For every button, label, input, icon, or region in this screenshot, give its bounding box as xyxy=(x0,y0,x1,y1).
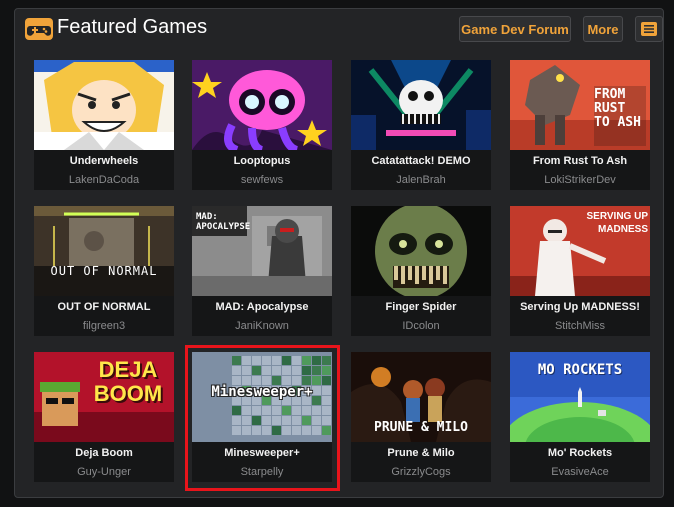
game-author: LokiStrikerDev xyxy=(544,174,616,186)
game-title: Mo' Rockets xyxy=(547,447,613,459)
game-thumbnail xyxy=(34,206,174,296)
game-card-catatattack-demo[interactable]: Catatattack! DEMO JalenBrah xyxy=(351,60,491,190)
game-author: StitchMiss xyxy=(554,320,606,332)
game-author: Guy-Unger xyxy=(77,466,131,478)
game-author: IDcolon xyxy=(402,320,440,332)
thumbnail-title-text: MAD: APOCALYPSE xyxy=(196,212,251,232)
game-card-deja-boom[interactable]: DEJA BOOM Deja Boom Guy-Unger xyxy=(34,352,174,482)
menu-icon xyxy=(641,22,657,36)
game-card-mad-apocalypse[interactable]: MAD: APOCALYPSE MAD: Apocalypse JaniKnow… xyxy=(192,206,332,336)
game-dev-forum-button[interactable]: Game Dev Forum xyxy=(459,16,571,42)
panel-header: Featured Games Game Dev Forum More xyxy=(15,9,663,49)
game-title: Prune & Milo xyxy=(387,447,455,459)
game-title: Serving Up MADNESS! xyxy=(520,301,640,313)
game-card-out-of-normal[interactable]: OUT OF NORMAL OUT OF NORMAL filgreen3 xyxy=(34,206,174,336)
game-title: Deja Boom xyxy=(75,447,133,459)
game-author: Starpelly xyxy=(240,466,284,478)
thumbnail-title-text: MO ROCKETS xyxy=(537,362,623,378)
game-author: EvasiveAce xyxy=(551,466,609,478)
game-title: Finger Spider xyxy=(385,301,457,313)
game-thumbnail xyxy=(351,60,491,150)
game-title: Catatattack! DEMO xyxy=(371,155,471,167)
thumbnail-title-text: Minesweeper+ xyxy=(211,384,313,400)
thumbnail-title-text: SERVING UP MADNESS xyxy=(586,211,649,235)
game-author: JaniKnown xyxy=(235,320,289,332)
menu-button[interactable] xyxy=(635,16,663,42)
game-card-serving-up-madness[interactable]: SERVING UP MADNESS Serving Up MADNESS! S… xyxy=(510,206,650,336)
thumbnail-title-text: FROM RUST TO ASH xyxy=(594,87,641,130)
gamepad-icon xyxy=(25,18,53,40)
game-title: MAD: Apocalypse xyxy=(215,301,309,313)
thumbnail-title-text: PRUNE & MILO xyxy=(374,420,468,435)
game-author: sewfews xyxy=(240,174,284,186)
game-card-finger-spider[interactable]: Finger Spider IDcolon xyxy=(351,206,491,336)
thumbnail-title-text: DEJA BOOM xyxy=(93,357,163,406)
game-card-mo-rockets[interactable]: MO ROCKETS Mo' Rockets EvasiveAce xyxy=(510,352,650,482)
game-card-looptopus[interactable]: Looptopus sewfews xyxy=(192,60,332,190)
game-author: JalenBrah xyxy=(396,174,446,186)
game-thumbnail xyxy=(192,60,332,150)
game-title: Looptopus xyxy=(233,155,291,167)
game-card-underwheels[interactable]: Underwheels LakenDaCoda xyxy=(34,60,174,190)
game-author: LakenDaCoda xyxy=(68,174,140,186)
game-title: OUT OF NORMAL xyxy=(57,301,151,313)
game-card-minesweeper-plus[interactable]: Minesweeper+ Minesweeper+ Starpelly xyxy=(192,352,332,482)
game-thumbnail xyxy=(351,206,491,296)
game-title: From Rust To Ash xyxy=(532,155,628,167)
game-author: GrizzlyCogs xyxy=(391,466,451,478)
game-title: Underwheels xyxy=(69,155,139,167)
more-button[interactable]: More xyxy=(583,16,623,42)
game-thumbnail xyxy=(34,60,174,150)
game-author: filgreen3 xyxy=(82,320,126,332)
page-title: Featured Games xyxy=(57,16,208,38)
game-title: Minesweeper+ xyxy=(224,447,300,459)
game-card-prune-and-milo[interactable]: PRUNE & MILO Prune & Milo GrizzlyCogs xyxy=(351,352,491,482)
game-card-from-rust-to-ash[interactable]: FROM RUST TO ASH From Rust To Ash LokiSt… xyxy=(510,60,650,190)
thumbnail-title-text: OUT OF NORMAL xyxy=(50,264,158,278)
